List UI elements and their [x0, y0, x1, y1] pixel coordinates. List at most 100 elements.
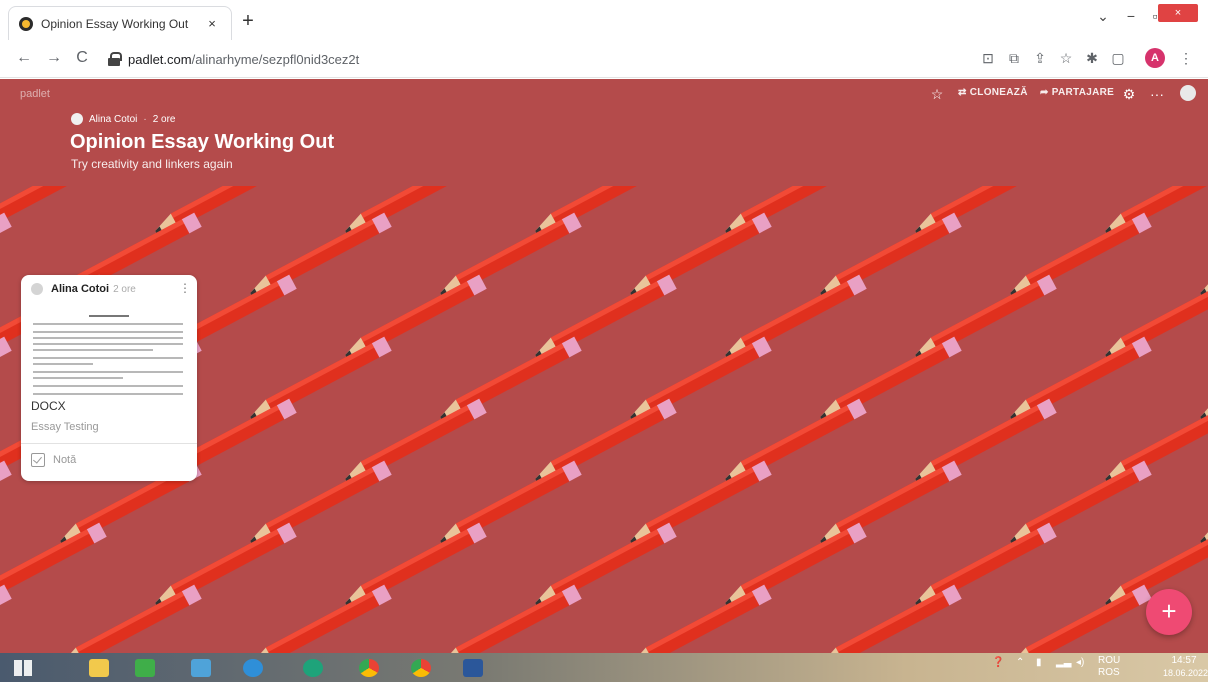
- padlet-favicon-icon: [19, 16, 33, 31]
- new-tab-button[interactable]: +: [236, 11, 260, 31]
- pencil-pattern-shape: [0, 522, 107, 610]
- browser-tab[interactable]: Opinion Essay Working Out ×: [8, 6, 232, 40]
- padlet-board: padlet ☆ ⇄ CLONEAZĂ ➦ PARTAJARE ⚙ ··· Al…: [0, 79, 1208, 653]
- minimize-button[interactable]: −: [1120, 8, 1142, 24]
- post-author: Alina Cotoi: [51, 283, 110, 295]
- pencil-pattern-shape: [1196, 460, 1208, 548]
- more-options-button[interactable]: ···: [1148, 86, 1166, 102]
- tab-search-icon[interactable]: ⌄: [1092, 8, 1114, 25]
- note-label: Notă: [53, 454, 77, 466]
- post-header: Alina Cotoi 2 ore: [31, 283, 191, 295]
- signal-icon[interactable]: ▂▃: [1056, 657, 1071, 668]
- start-icon: [14, 659, 32, 676]
- add-post-button[interactable]: +: [1146, 589, 1192, 635]
- taskbar-word[interactable]: [456, 655, 490, 680]
- reload-button[interactable]: C: [72, 49, 92, 67]
- edge-icon: [303, 658, 323, 677]
- sidepanel-icon[interactable]: ▢: [1108, 50, 1128, 67]
- tray-chevron-icon[interactable]: ⌃: [1016, 657, 1024, 668]
- language-bottom: ROS: [1098, 667, 1120, 678]
- taskbar-file-explorer[interactable]: [82, 655, 116, 680]
- url-text: padlet.com/alinarhyme/sezpfl0nid3cez2t: [128, 52, 359, 67]
- clock-date: 18.06.2022: [1163, 668, 1208, 678]
- share-arrow-icon: ➦: [1040, 87, 1052, 98]
- control-panel-icon: [191, 658, 211, 677]
- close-window-button[interactable]: ×: [1158, 4, 1198, 22]
- board-subtitle: Try creativity and linkers again: [71, 157, 233, 171]
- extensions-icon[interactable]: ✱: [1082, 50, 1102, 67]
- board-time: 2 ore: [152, 113, 176, 125]
- share-button[interactable]: ➦ PARTAJARE: [1040, 87, 1114, 98]
- pencil-pattern-shape: [1101, 398, 1208, 486]
- post-time: 2 ore: [113, 283, 136, 295]
- clock-time: 14:57: [1171, 655, 1197, 666]
- network-icon[interactable]: ▮: [1036, 657, 1042, 668]
- pencil-pattern-shape: [0, 584, 12, 653]
- pencil-pattern-shape: [56, 584, 202, 653]
- attachment-type-label: DOCX: [31, 399, 66, 413]
- taskbar-chrome-profile[interactable]: [404, 655, 438, 680]
- settings-gear-icon[interactable]: ⚙: [1120, 86, 1138, 103]
- install-icon[interactable]: ⊡: [978, 50, 998, 67]
- back-button[interactable]: ←: [14, 49, 34, 67]
- taskbar-clock[interactable]: 14:57 18.06.2022: [1163, 655, 1208, 679]
- pencil-pattern-shape: [0, 212, 12, 300]
- note-checkbox-icon: [31, 453, 45, 467]
- internet-explorer-icon: [243, 658, 263, 677]
- clone-button[interactable]: ⇄ CLONEAZĂ: [958, 87, 1028, 98]
- taskbar-control-panel[interactable]: [184, 655, 218, 680]
- url-host: padlet.com: [128, 51, 192, 67]
- clone-icon: ⇄: [958, 87, 970, 98]
- post-menu-icon[interactable]: ⋮: [179, 281, 191, 295]
- translate-icon[interactable]: ⧉: [1004, 50, 1024, 67]
- pencil-pattern-shape: [1101, 274, 1208, 362]
- language-indicator[interactable]: ROU ROS: [1098, 655, 1120, 679]
- pencil-pattern-shape: [0, 460, 12, 548]
- start-button[interactable]: [6, 655, 40, 680]
- tab-close-icon[interactable]: ×: [203, 16, 221, 31]
- chrome-icon: [359, 658, 379, 677]
- post-card[interactable]: Alina Cotoi 2 ore ⋮ DOCX Essay Testing N…: [21, 275, 197, 481]
- store-icon: [135, 658, 155, 677]
- post-divider: [21, 443, 197, 444]
- taskbar-store[interactable]: [128, 655, 162, 680]
- profile-avatar[interactable]: A: [1145, 48, 1165, 68]
- post-author-avatar: [31, 283, 43, 295]
- forward-button[interactable]: →: [44, 49, 64, 67]
- pencil-pattern-shape: [0, 186, 107, 238]
- padlet-logo[interactable]: padlet: [20, 88, 50, 100]
- pencil-pattern-shape: [0, 336, 12, 424]
- user-avatar[interactable]: [1180, 85, 1196, 101]
- taskbar-chrome[interactable]: [352, 655, 386, 680]
- board-title: Opinion Essay Working Out: [70, 131, 335, 153]
- file-explorer-icon: [89, 658, 109, 677]
- browser-tabstrip: Opinion Essay Working Out × + ⌄ − ▫ ×: [0, 0, 1208, 40]
- chrome-profile-icon: [411, 658, 431, 677]
- language-top: ROU: [1098, 655, 1121, 666]
- pencil-pattern-shape: [1196, 212, 1208, 300]
- share-label: PARTAJARE: [1051, 87, 1115, 98]
- taskbar-internet-explorer[interactable]: [236, 655, 270, 680]
- bookmark-star-icon[interactable]: ☆: [1056, 50, 1076, 67]
- chrome-menu-icon[interactable]: ⋮: [1176, 50, 1196, 67]
- clone-label: CLONEAZĂ: [969, 87, 1028, 98]
- pencil-pattern-shape: [626, 584, 772, 653]
- pencil-pattern-shape: [1006, 584, 1152, 653]
- post-body: Essay Testing: [31, 421, 99, 433]
- help-icon[interactable]: ❓: [992, 657, 1004, 668]
- author-avatar: [71, 113, 83, 125]
- lock-icon[interactable]: [108, 52, 122, 66]
- docx-preview-thumbnail[interactable]: [29, 305, 189, 407]
- tab-title: Opinion Essay Working Out: [41, 16, 189, 31]
- windows-taskbar: ❓ ⌃ ▮ ▂▃ ◂) ROU ROS 14:57 18.06.2022: [0, 653, 1208, 682]
- favorite-star-icon[interactable]: ☆: [928, 86, 946, 103]
- share-icon[interactable]: ⇪: [1030, 50, 1050, 67]
- url-path: /alinarhyme/sezpfl0nid3cez2t: [191, 51, 360, 67]
- address-bar[interactable]: padlet.com/alinarhyme/sezpfl0nid3cez2t: [108, 48, 968, 70]
- taskbar-edge[interactable]: [296, 655, 330, 680]
- pencil-pattern-shape: [816, 584, 962, 653]
- volume-icon[interactable]: ◂): [1076, 657, 1084, 668]
- pencil-pattern-shape: [246, 584, 392, 653]
- pencil-pattern-shape: [436, 584, 582, 653]
- add-note-button[interactable]: Notă: [31, 453, 76, 467]
